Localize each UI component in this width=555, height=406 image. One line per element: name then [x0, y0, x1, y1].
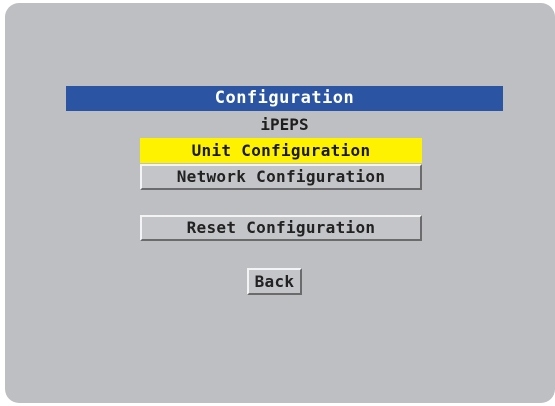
- reset-configuration-button[interactable]: Reset Configuration: [140, 215, 422, 241]
- page-title: Configuration: [66, 86, 503, 111]
- osd-screen: Configuration iPEPS: [5, 3, 555, 403]
- network-configuration-button[interactable]: Network Configuration: [140, 164, 422, 190]
- device-name: iPEPS: [260, 115, 309, 134]
- back-button[interactable]: Back: [247, 268, 302, 295]
- unit-configuration-button[interactable]: Unit Configuration: [140, 138, 422, 163]
